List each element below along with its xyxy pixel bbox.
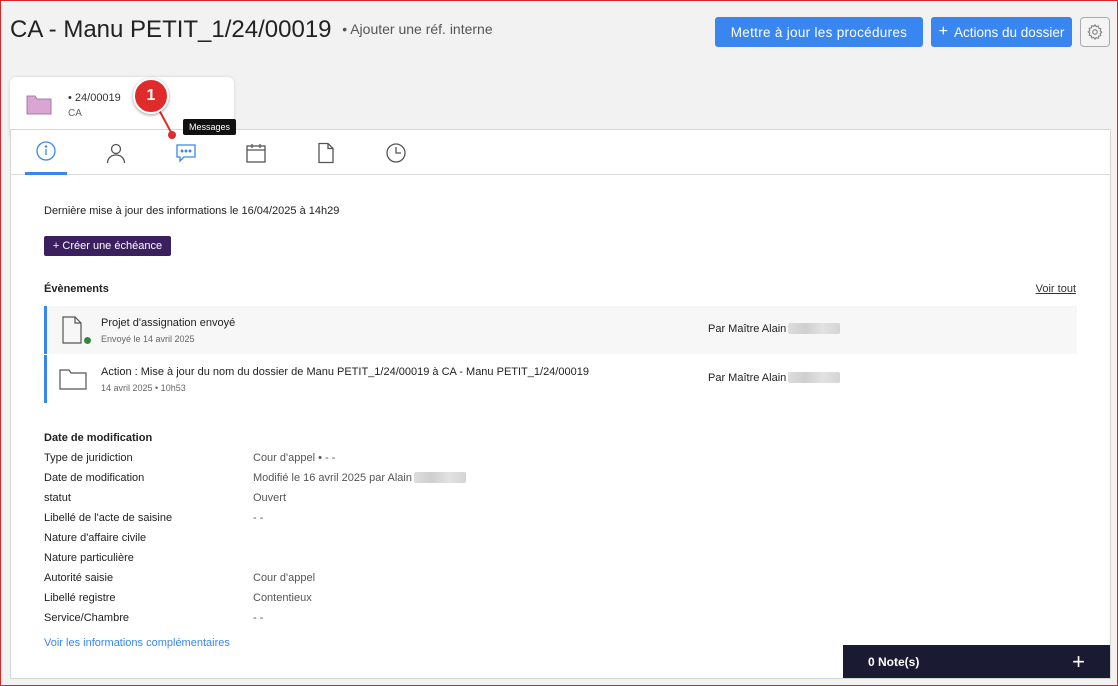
info-value: Modifié le 16 avril 2025 par Alain <box>253 472 466 484</box>
document-icon <box>62 316 82 344</box>
see-all-link[interactable]: Voir tout <box>1036 283 1076 295</box>
blurred-name <box>788 323 841 334</box>
info-value: Ouvert <box>253 492 287 504</box>
event-item[interactable]: Action : Mise à jour du nom du dossier d… <box>44 355 1077 403</box>
info-key: Libellé registre <box>44 592 116 604</box>
info-key: Nature particulière <box>44 552 134 564</box>
info-key: Type de juridiction <box>44 452 133 464</box>
tab-bar <box>11 130 1110 175</box>
event-author: Par Maître Alain <box>708 372 841 384</box>
tab-info[interactable] <box>25 130 67 175</box>
blurred-name <box>413 472 466 483</box>
modification-title: Date de modification <box>44 432 153 444</box>
info-key: Nature d'affaire civile <box>44 532 147 544</box>
info-value: - - <box>253 512 264 524</box>
info-row: Nature particulière <box>44 552 644 572</box>
info-key: statut <box>44 492 71 504</box>
dossier-panel: Dernière mise à jour des informations le… <box>10 129 1111 679</box>
info-row: Libellé registre Contentieux <box>44 592 644 612</box>
settings-button[interactable] <box>1080 17 1110 47</box>
messages-tooltip: Messages <box>183 119 237 135</box>
info-row: Libellé de l'acte de saisine - - <box>44 512 644 532</box>
info-key: Date de modification <box>44 472 145 484</box>
last-update-text: Dernière mise à jour des informations le… <box>44 205 340 217</box>
tab-documents[interactable] <box>305 130 347 175</box>
create-deadline-button[interactable]: + Créer une échéance <box>44 236 171 256</box>
notes-bar[interactable]: 0 Note(s) + <box>843 645 1110 678</box>
events-title: Évènements <box>44 283 109 295</box>
clock-icon <box>386 142 406 163</box>
tab-contacts[interactable] <box>95 130 137 175</box>
info-row: Type de juridiction Cour d'appel • - - <box>44 452 644 472</box>
info-value: Cour d'appel <box>253 572 316 584</box>
dossier-actions-button[interactable]: + Actions du dossier <box>931 17 1072 47</box>
dossier-type: CA <box>68 108 82 119</box>
document-icon <box>318 142 334 163</box>
status-dot <box>83 336 92 345</box>
event-subtitle: 14 avril 2025 • 10h53 <box>101 383 186 393</box>
info-value: Contentieux <box>253 592 312 604</box>
info-key: Libellé de l'acte de saisine <box>44 512 173 524</box>
event-title: Action : Mise à jour du nom du dossier d… <box>101 366 589 378</box>
add-note-plus-icon[interactable]: + <box>1072 650 1085 673</box>
info-value: Cour d'appel • - - <box>253 452 336 464</box>
info-row: Autorité saisie Cour d'appel <box>44 572 644 592</box>
message-icon <box>176 143 196 163</box>
info-row: Nature d'affaire civile <box>44 532 644 552</box>
plus-icon: + <box>938 23 949 40</box>
dossier-number: • 24/00019 <box>68 92 121 104</box>
add-internal-ref-link[interactable]: • Ajouter une réf. interne <box>342 21 492 37</box>
info-row: Service/Chambre - - <box>44 612 644 632</box>
update-procedures-button[interactable]: Mettre à jour les procédures <box>715 17 923 47</box>
info-key: Service/Chambre <box>44 612 129 624</box>
gear-icon <box>1087 23 1103 41</box>
event-author: Par Maître Alain <box>708 323 841 335</box>
notes-count: 0 Note(s) <box>868 654 920 669</box>
event-title: Projet d'assignation envoyé <box>101 317 236 329</box>
info-row: statut Ouvert <box>44 492 644 512</box>
blurred-name <box>788 372 841 383</box>
info-row: Date de modification Modifié le 16 avril… <box>44 472 644 492</box>
more-info-link[interactable]: Voir les informations complémentaires <box>44 637 230 649</box>
event-item[interactable]: Projet d'assignation envoyé Envoyé le 14… <box>44 306 1077 354</box>
folder-icon <box>26 95 52 115</box>
info-value: - - <box>253 612 264 624</box>
info-key: Autorité saisie <box>44 572 114 584</box>
calendar-icon <box>246 143 266 163</box>
tab-history[interactable] <box>375 130 417 175</box>
folder-icon <box>59 369 87 390</box>
tab-calendar[interactable] <box>235 130 277 175</box>
event-subtitle: Envoyé le 14 avril 2025 <box>101 334 195 344</box>
dossier-actions-label: Actions du dossier <box>954 24 1065 40</box>
page-title: CA - Manu PETIT_1/24/00019 • Ajouter une… <box>10 16 493 44</box>
info-icon <box>36 141 56 161</box>
person-icon <box>106 143 126 163</box>
tab-messages[interactable] <box>165 130 207 175</box>
annotation-marker: 1 <box>133 78 169 114</box>
dossier-title: CA - Manu PETIT_1/24/00019 <box>10 16 332 43</box>
